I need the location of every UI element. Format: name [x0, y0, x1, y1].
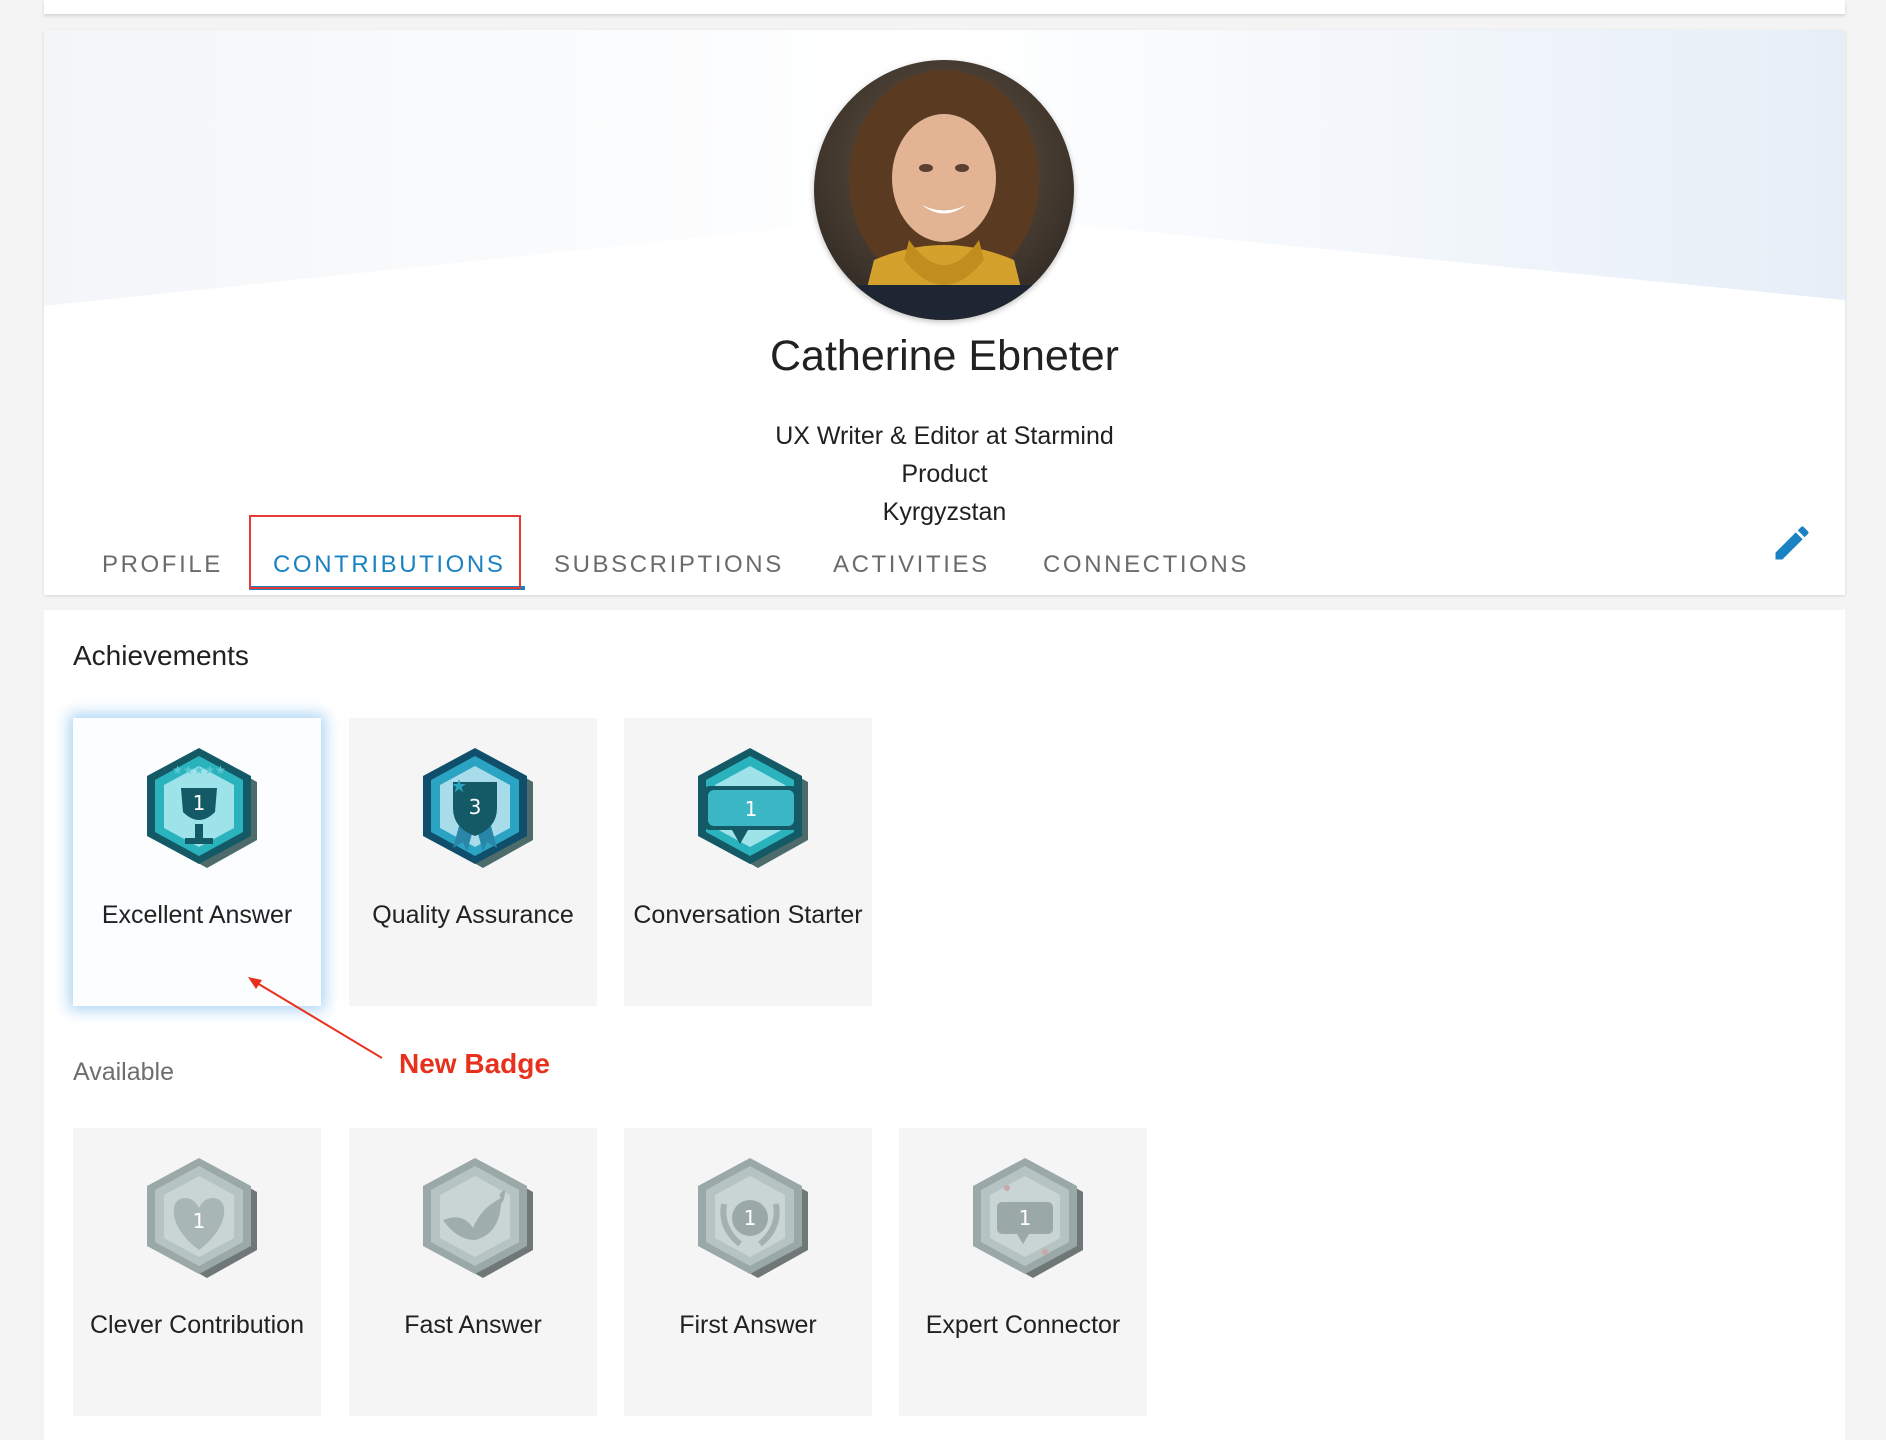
connector-bubble-icon: 1 [973, 1158, 1083, 1278]
badge-excellent-answer[interactable]: ★★★★★ 1 Excellent Answer [73, 718, 321, 1006]
top-app-bar [44, 0, 1845, 14]
annotation-arrow [248, 977, 383, 1059]
available-title: Available [73, 1058, 175, 1086]
trophy-icon: ★★★★★ 1 [147, 748, 257, 868]
badge-label: Conversation Starter [633, 901, 863, 929]
tab-activities[interactable]: ACTIVITIES [833, 535, 990, 595]
laurel-icon: 1 [698, 1158, 808, 1278]
svg-text:1: 1 [745, 797, 758, 821]
annotation-new-badge: New Badge [399, 1048, 550, 1079]
badge-label: Excellent Answer [101, 901, 293, 929]
tab-subscriptions[interactable]: SUBSCRIPTIONS [554, 535, 784, 595]
badge-first-answer[interactable]: 1 First Answer [624, 1128, 872, 1416]
badge-clever-contribution[interactable]: 1 Clever Contribution [73, 1128, 321, 1416]
badge-fast-answer[interactable]: Fast Answer [349, 1128, 597, 1416]
profile-job-title: UX Writer & Editor at Starmind [775, 422, 1114, 450]
svg-text:★★★★★: ★★★★★ [172, 763, 226, 777]
svg-text:1: 1 [193, 791, 206, 815]
annotation-highlight-box [249, 515, 521, 589]
badge-label: First Answer [679, 1311, 817, 1339]
speech-bubble-icon: 1 [698, 748, 808, 868]
tab-profile[interactable]: PROFILE [102, 535, 223, 595]
achievements-title: Achievements [73, 640, 249, 671]
badge-label: Clever Contribution [90, 1311, 304, 1339]
edit-profile-button[interactable] [1770, 521, 1814, 565]
svg-text:★: ★ [451, 776, 467, 797]
bird-icon [423, 1158, 533, 1278]
badge-label: Quality Assurance [372, 901, 574, 929]
svg-text:1: 1 [193, 1209, 206, 1233]
svg-text:3: 3 [469, 795, 482, 819]
tab-connections[interactable]: CONNECTIONS [1043, 535, 1249, 595]
svg-text:1: 1 [744, 1206, 757, 1230]
badge-label: Expert Connector [925, 1311, 1121, 1339]
profile-header-card: Catherine Ebneter UX Writer & Editor at … [44, 30, 1845, 595]
badge-quality-assurance[interactable]: ★ 3 Quality Assurance [349, 718, 597, 1006]
svg-text:1: 1 [1019, 1206, 1032, 1230]
heart-hands-icon: 1 [147, 1158, 257, 1278]
pencil-icon [1775, 526, 1809, 560]
shield-icon: ★ 3 [423, 748, 533, 868]
badge-conversation-starter[interactable]: 1 Conversation Starter [624, 718, 872, 1006]
profile-name: Catherine Ebneter [770, 332, 1119, 380]
badge-expert-connector[interactable]: 1 Expert Connector [899, 1128, 1147, 1416]
profile-department: Product [901, 460, 988, 488]
avatar [814, 60, 1074, 320]
badge-label: Fast Answer [404, 1311, 542, 1339]
